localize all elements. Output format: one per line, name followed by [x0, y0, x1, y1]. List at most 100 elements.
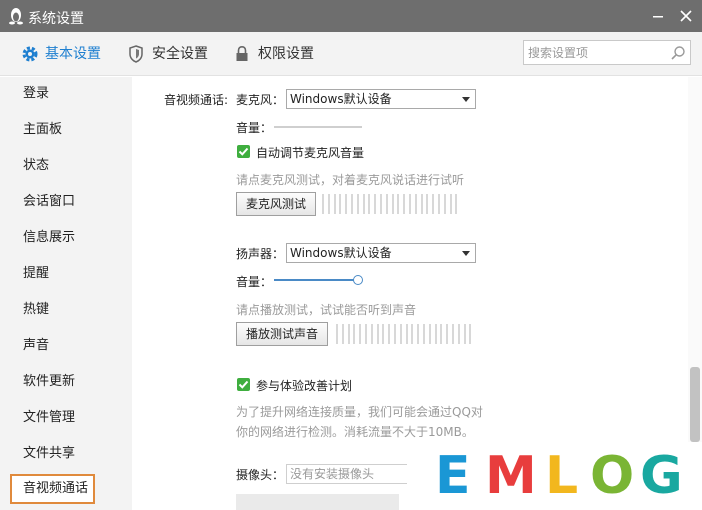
sidebar-item-hotkeys[interactable]: 热键 [0, 295, 132, 325]
sidebar-item-file-management[interactable]: 文件管理 [0, 403, 132, 433]
sidebar-item-chat-window[interactable]: 会话窗口 [0, 187, 132, 217]
window-title: 系统设置 [28, 11, 84, 27]
shield-icon [129, 45, 143, 63]
microphone-volume-slider[interactable] [274, 126, 362, 128]
chevron-down-icon [462, 251, 470, 256]
level-meter-bar [446, 324, 449, 344]
level-meter-bar [391, 194, 394, 214]
speaker-level-meter [336, 324, 476, 344]
tab-basic-settings[interactable]: 基本设置 [21, 32, 107, 76]
sidebar-item-audio-video-call[interactable]: 音视频通话 [10, 474, 95, 504]
level-meter-bar [405, 324, 408, 344]
content-scrollbar-thumb[interactable] [690, 367, 700, 442]
level-meter-bar [382, 324, 385, 344]
level-meter-bar [403, 194, 406, 214]
level-meter-bar [394, 324, 396, 344]
level-meter-bar [351, 194, 353, 214]
level-meter-bar [365, 324, 367, 344]
experience-description-line1: 为了提升网络连接质量，我们可能会通过QQ对 [236, 405, 483, 419]
sidebar-item-sound[interactable]: 声音 [0, 331, 132, 361]
level-meter-bar [368, 194, 371, 214]
camera-label: 摄像头： [236, 468, 285, 482]
search-input[interactable] [528, 44, 666, 62]
level-meter-bar [336, 324, 338, 344]
experience-program-label: 参与体验改善计划 [256, 379, 353, 393]
sidebar-item-info-display[interactable]: 信息展示 [0, 223, 132, 253]
sidebar-item-login[interactable]: 登录 [0, 79, 132, 109]
level-meter-bar [423, 324, 425, 344]
section-label: 音视频通话: [164, 93, 229, 107]
sidebar-item-label: 信息展示 [23, 230, 76, 245]
watermark-letter: E [435, 446, 471, 506]
level-meter-bar [455, 194, 458, 214]
level-meter-bar [434, 324, 437, 344]
sidebar-item-label: 文件管理 [23, 410, 76, 425]
close-button[interactable] [676, 6, 696, 26]
level-meter-bar [362, 194, 365, 214]
level-meter-bar [347, 324, 350, 344]
level-meter-bar [469, 324, 472, 344]
speaker-device-value: Windows默认设备 [290, 246, 392, 260]
search-icon[interactable] [670, 45, 686, 61]
sidebar-item-status[interactable]: 状态 [0, 151, 132, 181]
level-meter-bar [457, 324, 460, 344]
microphone-volume-label: 音量： [236, 121, 273, 135]
microphone-test-label: 麦克风测试 [245, 197, 306, 211]
minimize-button[interactable] [648, 6, 668, 26]
settings-sidebar: 登录 主面板 状态 会话窗口 信息展示 提醒 热键 声音 软件更新 文件管理 文… [0, 77, 132, 510]
gear-icon [22, 46, 38, 62]
tab-security-settings[interactable]: 安全设置 [128, 32, 214, 76]
level-meter-bar [463, 324, 466, 344]
level-meter-bar [397, 194, 400, 214]
level-meter-bar [322, 194, 324, 214]
level-meter-bar [409, 194, 411, 214]
sidebar-item-main-panel[interactable]: 主面板 [0, 115, 132, 145]
experience-program-checkbox[interactable] [237, 378, 250, 391]
speaker-device-select[interactable]: Windows默认设备 [286, 243, 476, 263]
sidebar-item-label: 软件更新 [23, 374, 76, 389]
level-meter-bar [388, 324, 391, 344]
sidebar-item-label: 登录 [23, 86, 50, 101]
microphone-device-select[interactable]: Windows默认设备 [286, 89, 476, 109]
level-meter-bar [443, 194, 446, 214]
experience-description-line2: 你的网络进行检测。消耗流量不大于10MB。 [236, 425, 474, 439]
level-meter-bar [449, 194, 452, 214]
level-meter-bar [440, 324, 443, 344]
speaker-volume-label: 音量： [236, 275, 273, 289]
speaker-test-button[interactable]: 播放测试声音 [236, 322, 328, 346]
watermark-letter: G [640, 446, 683, 506]
tab-permission-settings[interactable]: 权限设置 [234, 32, 320, 76]
close-icon [680, 10, 692, 22]
sidebar-item-label: 提醒 [23, 266, 50, 281]
microphone-test-button[interactable]: 麦克风测试 [236, 192, 316, 216]
camera-device-value: 没有安装摄像头 [290, 467, 375, 481]
level-meter-bar [345, 194, 348, 214]
minimize-icon [653, 16, 663, 18]
sidebar-item-label: 主面板 [23, 122, 63, 137]
sidebar-item-label: 状态 [23, 158, 50, 173]
auto-adjust-checkbox[interactable] [237, 145, 250, 158]
level-meter-bar [376, 324, 379, 344]
sidebar-item-file-sharing[interactable]: 文件共享 [0, 439, 132, 469]
level-meter-bar [428, 324, 431, 344]
level-meter-bar [333, 194, 336, 214]
level-meter-bar [417, 324, 420, 344]
level-meter-bar [353, 324, 356, 344]
sidebar-item-software-update[interactable]: 软件更新 [0, 367, 132, 397]
lock-icon [236, 45, 248, 61]
level-meter-bar [426, 194, 429, 214]
search-box [523, 40, 691, 65]
level-meter-bar [327, 194, 330, 214]
level-meter-bar [411, 324, 414, 344]
level-meter-bar [414, 194, 417, 214]
level-meter-bar [370, 324, 373, 344]
level-meter-bar [452, 324, 454, 344]
watermark-letter: O [590, 446, 635, 506]
speaker-volume-knob[interactable] [353, 275, 363, 285]
chevron-down-icon [462, 97, 470, 102]
watermark-letter: M [485, 446, 537, 506]
sidebar-item-reminders[interactable]: 提醒 [0, 259, 132, 289]
level-meter-bar [359, 324, 362, 344]
auto-adjust-label: 自动调节麦克风音量 [256, 146, 365, 160]
speaker-volume-fill [274, 279, 354, 281]
